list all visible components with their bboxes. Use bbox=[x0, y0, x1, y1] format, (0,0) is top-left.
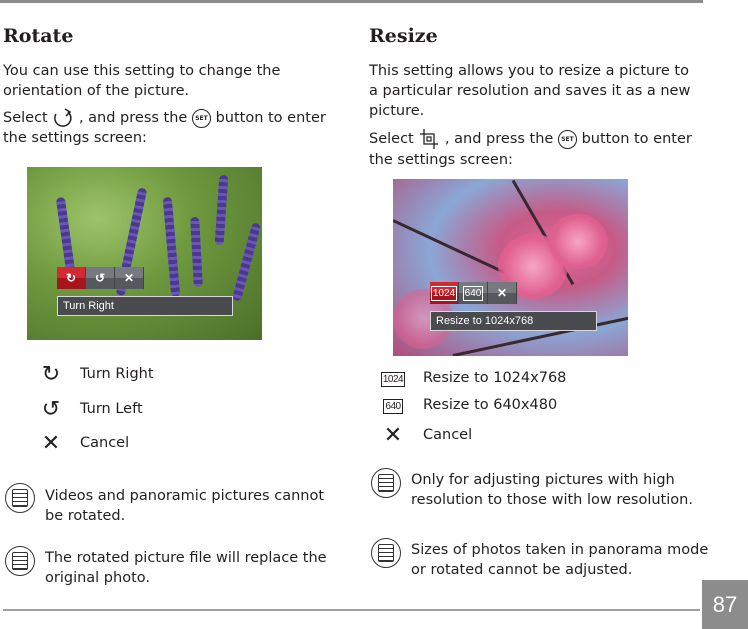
button-text: 640 bbox=[462, 285, 484, 301]
size-640-icon: 640 bbox=[380, 397, 406, 415]
text-line: the settings screen: bbox=[369, 152, 513, 168]
cancel-icon: ✕ bbox=[41, 430, 61, 456]
rotate-intro: You can use this setting to change the o… bbox=[3, 61, 280, 101]
resize-title: Resize bbox=[369, 25, 438, 47]
text-line: resolution to those with low resolution. bbox=[411, 492, 693, 508]
set-button-icon: SET bbox=[557, 129, 577, 149]
text-line: Only for adjusting pictures with high bbox=[411, 472, 675, 488]
text-line: This setting allows you to resize a pict… bbox=[369, 63, 689, 79]
note-icon bbox=[5, 546, 35, 576]
text-line: Videos and panoramic pictures cannot bbox=[45, 488, 325, 504]
bottom-rule bbox=[3, 609, 700, 611]
resize-screen-photo: 1024 640 ✕ Resize to 1024x768 bbox=[393, 179, 628, 356]
option-label: Turn Right bbox=[80, 366, 154, 382]
turn-left-icon: ↺ bbox=[86, 267, 115, 289]
text-line: orientation of the picture. bbox=[3, 83, 190, 99]
button-text: 1024 bbox=[430, 285, 458, 301]
text-line: The rotated picture file will replace th… bbox=[45, 550, 327, 566]
text: Select bbox=[3, 110, 48, 126]
icon-text: 640 bbox=[383, 398, 403, 414]
text-line: You can use this setting to change the bbox=[3, 63, 281, 79]
rotate-toolbar: ↻ ↺ ✕ bbox=[57, 267, 144, 289]
cancel-icon: ✕ bbox=[488, 282, 517, 304]
text-line: original photo. bbox=[45, 570, 150, 586]
rotate-select-instructions: Select , and press the SET button to ent… bbox=[3, 108, 326, 148]
note-icon bbox=[5, 483, 35, 513]
set-button-icon: SET bbox=[191, 108, 211, 128]
note-icon bbox=[371, 468, 401, 498]
icon-text: 1024 bbox=[380, 371, 406, 387]
turn-right-icon: ↻ bbox=[41, 361, 61, 387]
text-line: Sizes of photos taken in panorama mode bbox=[411, 542, 709, 558]
option-label: Resize to 640x480 bbox=[423, 397, 558, 413]
note: Videos and panoramic pictures cannot be … bbox=[45, 486, 324, 526]
turn-right-icon: ↻ bbox=[57, 267, 86, 289]
turn-left-icon: ↺ bbox=[41, 396, 61, 422]
screen-caption: Resize to 1024x768 bbox=[430, 311, 597, 331]
text-line: the settings screen: bbox=[3, 130, 147, 146]
resize-icon bbox=[420, 129, 439, 149]
rotate-icon bbox=[54, 108, 72, 127]
text: button to enter bbox=[581, 131, 692, 147]
text-line: picture. bbox=[369, 103, 425, 119]
cancel-icon: ✕ bbox=[115, 267, 144, 289]
size-1024-icon: 1024 bbox=[430, 282, 459, 304]
text-line: be rotated. bbox=[45, 508, 126, 524]
size-1024-icon: 1024 bbox=[380, 370, 406, 388]
rotate-screen-photo: ↻ ↺ ✕ Turn Right bbox=[27, 167, 262, 340]
rotate-title: Rotate bbox=[3, 25, 74, 47]
option-label: Resize to 1024x768 bbox=[423, 370, 567, 386]
text: Select bbox=[369, 131, 414, 147]
text: , and press the bbox=[78, 110, 188, 126]
note: Only for adjusting pictures with high re… bbox=[411, 470, 693, 510]
note-icon bbox=[371, 538, 401, 568]
text-line: a particular resolution and saves it as … bbox=[369, 83, 691, 99]
resize-toolbar: 1024 640 ✕ bbox=[430, 282, 517, 304]
size-640-icon: 640 bbox=[459, 282, 488, 304]
cancel-icon: ✕ bbox=[383, 422, 403, 448]
text: button to enter bbox=[215, 110, 326, 126]
text: , and press the bbox=[444, 131, 554, 147]
option-label: Turn Left bbox=[80, 401, 143, 417]
resize-select-instructions: Select , and press the SET button to ent… bbox=[369, 128, 692, 170]
top-rule bbox=[0, 0, 703, 3]
page-number: 87 bbox=[702, 580, 748, 629]
text-line: or rotated cannot be adjusted. bbox=[411, 562, 633, 578]
resize-intro: This setting allows you to resize a pict… bbox=[369, 61, 690, 121]
option-label: Cancel bbox=[80, 435, 130, 451]
option-label: Cancel bbox=[423, 427, 473, 443]
note: Sizes of photos taken in panorama mode o… bbox=[411, 540, 708, 580]
note: The rotated picture file will replace th… bbox=[45, 548, 327, 588]
screen-caption: Turn Right bbox=[57, 296, 233, 316]
